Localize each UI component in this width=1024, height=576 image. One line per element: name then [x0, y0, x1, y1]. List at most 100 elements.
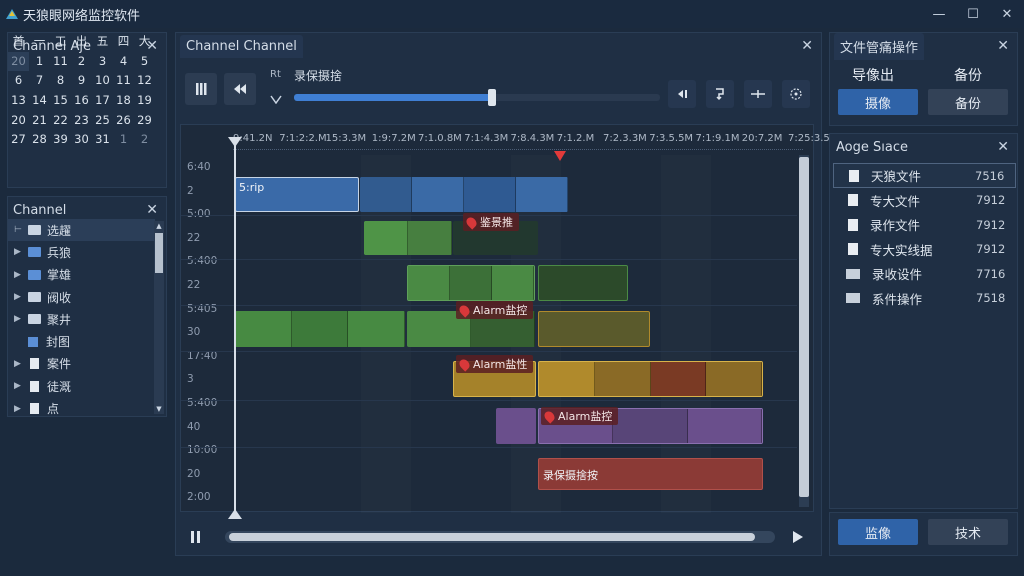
tab-file-ops[interactable]: 文件管痛操作 [834, 32, 925, 60]
dropdown-chevron-icon[interactable] [270, 93, 282, 107]
record-button[interactable]: 摄像 [838, 89, 918, 115]
calendar-day[interactable]: 27 [8, 130, 29, 150]
calendar-day[interactable]: 28 [29, 130, 50, 150]
expand-arrow-icon[interactable]: ▶ [14, 314, 28, 324]
calendar-day[interactable]: 15 [50, 91, 71, 111]
timeline[interactable]: 9:41.2N 7:1:2:2.M 15:3.3M 1:9:7.2M 7:1.0.8M 7… [180, 124, 838, 519]
maximize-button[interactable]: ☐ [956, 0, 990, 28]
calendar-day[interactable]: 3 [92, 52, 113, 72]
expand-arrow-icon[interactable]: ▶ [14, 404, 28, 414]
alarm-tag[interactable]: Alarm盐控 [456, 301, 534, 319]
file-list-item[interactable]: 录作文件 7912 [833, 212, 1016, 237]
close-icon[interactable]: ✕ [997, 38, 1009, 54]
clip-purple[interactable] [496, 408, 536, 444]
close-icon[interactable]: ✕ [997, 139, 1009, 155]
calendar-day[interactable]: 21 [29, 111, 50, 131]
calendar-day[interactable]: 11 [113, 71, 134, 91]
calendar-day[interactable]: 10 [92, 71, 113, 91]
clip-olive[interactable] [538, 311, 650, 347]
alarm-tag[interactable]: 鉴景推 [463, 213, 519, 231]
clip-red-event[interactable]: 录保摄捨按 [538, 458, 763, 490]
clip-yellow-long[interactable] [538, 361, 763, 397]
scroll-up-icon[interactable]: ▲ [154, 222, 164, 230]
expand-arrow-icon[interactable]: ▶ [14, 292, 28, 302]
rewind-button[interactable] [224, 73, 256, 105]
calendar-day[interactable]: 2 [71, 52, 92, 72]
expand-arrow-icon[interactable]: ⊢ [14, 225, 28, 235]
tree-scrollbar[interactable]: ▲ ▼ [154, 221, 164, 414]
alarm-tag[interactable]: Alarm盐控 [541, 407, 619, 425]
calendar-day[interactable]: 8 [50, 71, 71, 91]
timeline-scrollbar[interactable] [799, 155, 809, 507]
channel-item[interactable]: ▶ 案件 [8, 353, 155, 375]
scroll-thumb[interactable] [155, 233, 163, 273]
calendar-day[interactable]: 20 [8, 111, 29, 131]
tab-channel[interactable]: Channel Channel [180, 34, 303, 58]
expand-arrow-icon[interactable]: ▶ [14, 359, 28, 369]
calendar-day[interactable]: 31 [92, 130, 113, 150]
clip-green-dark[interactable] [538, 265, 628, 301]
clip-green[interactable] [364, 221, 452, 255]
scroll-down-icon[interactable]: ▼ [154, 405, 164, 413]
expand-arrow-icon[interactable]: ▶ [14, 381, 28, 391]
close-icon[interactable]: ✕ [801, 38, 813, 54]
calendar-day[interactable]: 19 [134, 91, 155, 111]
play-icon[interactable] [792, 530, 804, 547]
snapshot-icon[interactable] [782, 80, 810, 108]
calendar-day[interactable]: 6 [8, 71, 29, 91]
expand-arrow-icon[interactable]: ▶ [14, 247, 28, 257]
clip-blue[interactable] [360, 177, 568, 212]
file-list-item[interactable]: 天狼文件 7516 [833, 163, 1016, 188]
calendar-day[interactable]: 26 [113, 111, 134, 131]
calendar-day[interactable]: 1 [29, 52, 50, 72]
pause-button[interactable] [185, 73, 217, 105]
scroll-thumb[interactable] [229, 533, 755, 541]
calendar-day[interactable]: 2 [134, 130, 155, 150]
playhead-top-handle[interactable] [228, 137, 242, 147]
calendar-day[interactable]: 25 [92, 111, 113, 131]
channel-item[interactable]: ▶ 徒溉 [8, 375, 155, 397]
playhead[interactable] [234, 137, 236, 515]
monitor-button[interactable]: 监像 [838, 519, 918, 545]
calendar-day[interactable]: 20 [8, 51, 29, 72]
backup-button[interactable]: 备份 [928, 89, 1008, 115]
frame-back-button[interactable] [668, 80, 696, 108]
slider-knob[interactable] [487, 89, 496, 106]
calendar-day[interactable]: 22 [50, 111, 71, 131]
calendar-day[interactable]: 4 [113, 52, 134, 72]
calendar-day[interactable]: 11 [50, 52, 71, 72]
calendar-day[interactable]: 29 [134, 111, 155, 131]
playhead-bottom-handle[interactable] [228, 509, 242, 519]
export-icon[interactable] [706, 80, 734, 108]
calendar-day[interactable]: 14 [29, 91, 50, 111]
close-window-button[interactable]: ✕ [990, 0, 1024, 28]
calendar-day[interactable]: 12 [134, 71, 155, 91]
calendar-day[interactable]: 18 [113, 91, 134, 111]
calendar-day[interactable]: 39 [50, 130, 71, 150]
calendar-day[interactable]: 5 [134, 52, 155, 72]
expand-arrow-icon[interactable]: ▶ [14, 270, 28, 280]
file-list-item[interactable]: 专大文件 7912 [833, 188, 1016, 213]
channel-item[interactable]: ▶ 兵狼 [8, 241, 155, 263]
playback-slider[interactable] [294, 89, 660, 106]
pause-icon[interactable] [190, 530, 202, 547]
channel-item[interactable]: 封图 [8, 330, 155, 352]
channel-item[interactable]: ▶ 聚井 [8, 308, 155, 330]
alarm-tag[interactable]: Alarm盐性 [456, 355, 534, 373]
horizontal-scrollbar[interactable] [225, 531, 775, 543]
file-list-item[interactable]: 录收设件 7716 [833, 261, 1016, 286]
file-list-item[interactable]: 系件操作 7518 [833, 286, 1016, 311]
calendar-day[interactable]: 1 [113, 130, 134, 150]
calendar-day[interactable]: 7 [29, 71, 50, 91]
calendar-day[interactable]: 17 [92, 91, 113, 111]
clip-blue-selected[interactable]: 5:rip [235, 177, 359, 212]
clip-green[interactable] [407, 265, 535, 301]
calendar-day[interactable]: 9 [71, 71, 92, 91]
calendar-day[interactable]: 13 [8, 91, 29, 111]
channel-item[interactable]: ▶ 掌雄 [8, 264, 155, 286]
calendar-day[interactable]: 16 [71, 91, 92, 111]
clip-green-long[interactable] [235, 311, 405, 347]
channel-item[interactable]: ▶ 阀收 [8, 286, 155, 308]
minimize-button[interactable]: — [922, 0, 956, 28]
tech-button[interactable]: 技术 [928, 519, 1008, 545]
